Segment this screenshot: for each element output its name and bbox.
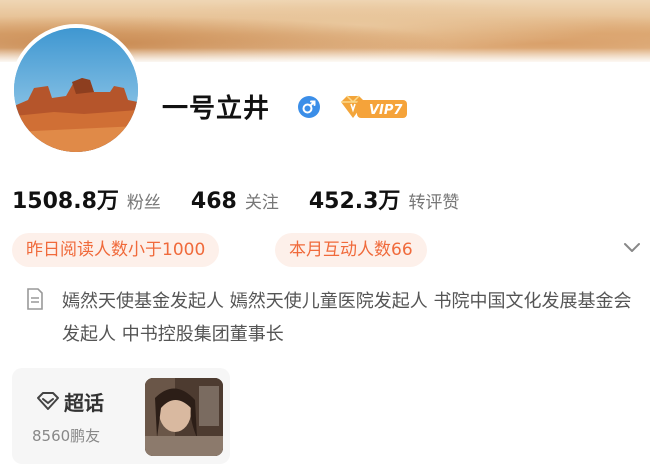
avatar[interactable] <box>10 24 142 156</box>
interactions-tag[interactable]: 本月互动人数66 <box>275 233 427 267</box>
profile-name: 一号立井 <box>162 94 271 124</box>
document-icon <box>26 288 44 310</box>
reads-tag[interactable]: 昨日阅读人数小于1000 <box>12 233 220 267</box>
supertopic-icon <box>36 391 60 411</box>
engagement-count[interactable]: 452.3万 <box>309 183 401 215</box>
chevron-down-icon[interactable] <box>621 236 643 258</box>
following-count[interactable]: 468 <box>191 189 237 214</box>
male-icon <box>298 96 320 118</box>
following-label[interactable]: 关注 <box>245 188 279 213</box>
vip-label: VIP7 <box>369 103 403 118</box>
supertopic-count: 8560鹏友 <box>32 427 101 445</box>
followers-count[interactable]: 1508.8万 <box>12 183 119 215</box>
supertopic-thumbnail[interactable] <box>145 378 223 456</box>
vip-badge-icon[interactable]: VIP7 <box>333 92 411 122</box>
engagement-label[interactable]: 转评赞 <box>408 188 459 213</box>
supertopic-title: 超话 <box>64 391 104 415</box>
profile-stats: 1508.8万 粉丝 468 关注 452.3万 转评赞 <box>12 183 489 215</box>
profile-bio: 嫣然天使基金发起人 嫣然天使儿童医院发起人 书院中国文化发展基金会发起人 中书控… <box>62 291 632 345</box>
followers-label[interactable]: 粉丝 <box>127 188 161 213</box>
